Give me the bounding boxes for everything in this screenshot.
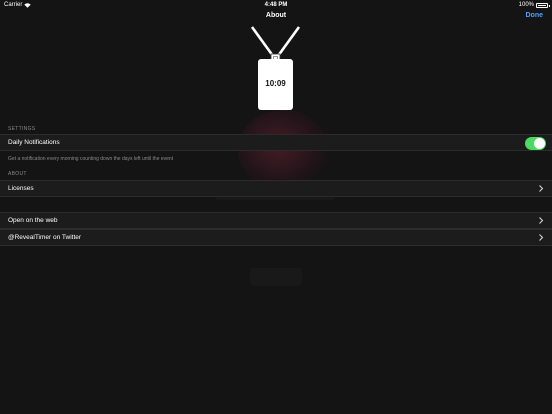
status-time: 4:48 PM xyxy=(264,2,288,8)
daily-notifications-toggle[interactable] xyxy=(525,137,546,150)
twitter-row[interactable]: @RevealTimer on Twitter xyxy=(0,229,552,246)
chevron-right-icon xyxy=(539,234,544,241)
battery-indicator: 100% xyxy=(518,2,550,8)
settings-section-header: SETTINGS xyxy=(8,126,36,132)
open-on-web-row[interactable]: Open on the web xyxy=(0,212,552,229)
page-title: About xyxy=(265,12,287,19)
done-button[interactable]: Done xyxy=(526,12,544,19)
about-section-header: ABOUT xyxy=(8,171,27,177)
chevron-right-icon xyxy=(539,217,544,224)
badge-time: 10:09 xyxy=(265,79,286,88)
licenses-label: Licenses xyxy=(8,185,34,192)
badge-lanyard-illustration xyxy=(250,26,301,110)
background-ghost-shape xyxy=(250,268,302,286)
licenses-row[interactable]: Licenses xyxy=(0,180,552,197)
battery-icon xyxy=(536,2,550,8)
battery-percent: 100% xyxy=(518,2,534,8)
chevron-right-icon xyxy=(539,185,544,192)
settings-footer: Get a notification every morning countin… xyxy=(8,156,174,162)
open-on-web-label: Open on the web xyxy=(8,217,58,224)
daily-notifications-label: Daily Notifications xyxy=(8,139,60,146)
toggle-knob xyxy=(534,138,545,149)
status-bar: Carrier 4:48 PM 100% xyxy=(0,0,552,10)
twitter-label: @RevealTimer on Twitter xyxy=(8,234,82,241)
daily-notifications-row: Daily Notifications xyxy=(0,134,552,151)
